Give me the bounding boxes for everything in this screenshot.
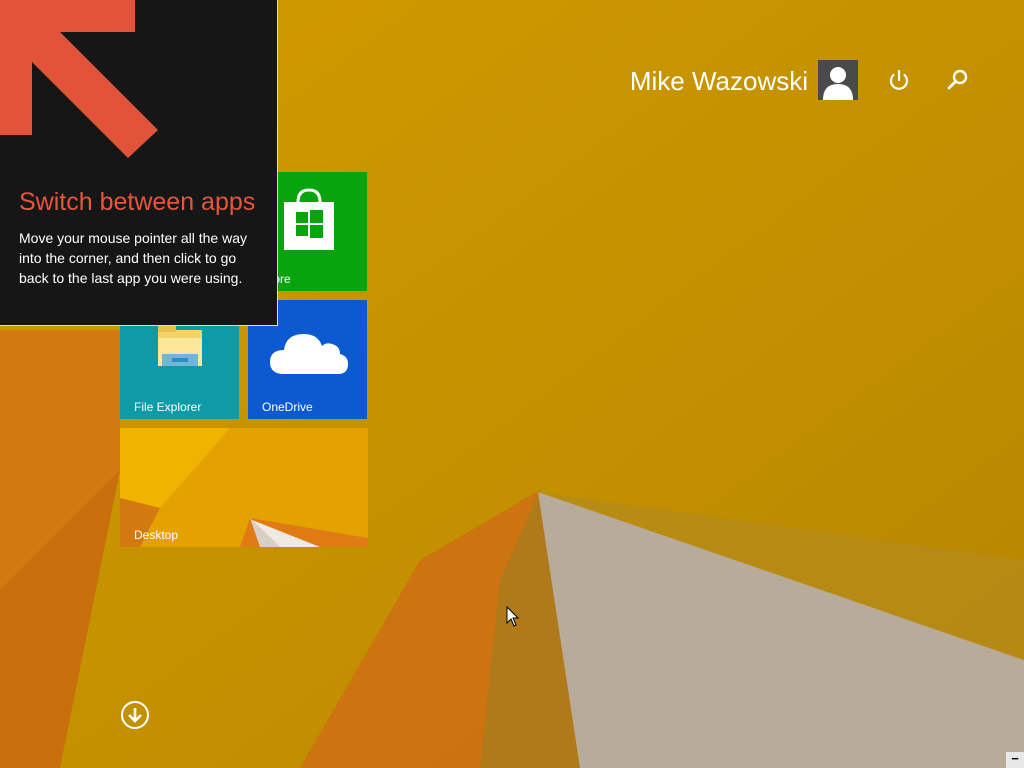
- tip-flyout: Switch between apps Move your mouse poin…: [0, 0, 278, 326]
- search-icon[interactable]: [943, 65, 973, 95]
- tip-title: Switch between apps: [19, 188, 256, 216]
- mouse-cursor-icon: [506, 606, 520, 627]
- folder-icon: [158, 326, 202, 366]
- cloud-icon: [270, 334, 348, 374]
- all-apps-down-arrow-icon[interactable]: [120, 700, 150, 730]
- tile-desktop[interactable]: Desktop: [120, 428, 368, 547]
- user-name[interactable]: Mike Wazowski: [630, 64, 808, 98]
- power-icon[interactable]: [884, 65, 914, 95]
- tile-onedrive-label: OneDrive: [262, 400, 313, 414]
- corner-minus-button[interactable]: −: [1006, 752, 1024, 768]
- user-avatar-icon[interactable]: [818, 60, 858, 100]
- tip-body: Move your mouse pointer all the way into…: [19, 230, 247, 286]
- tile-desktop-label: Desktop: [134, 528, 179, 542]
- tile-file-explorer-label: File Explorer: [134, 400, 202, 414]
- arrow-up-left-icon: [0, 0, 158, 158]
- store-icon: [284, 188, 334, 250]
